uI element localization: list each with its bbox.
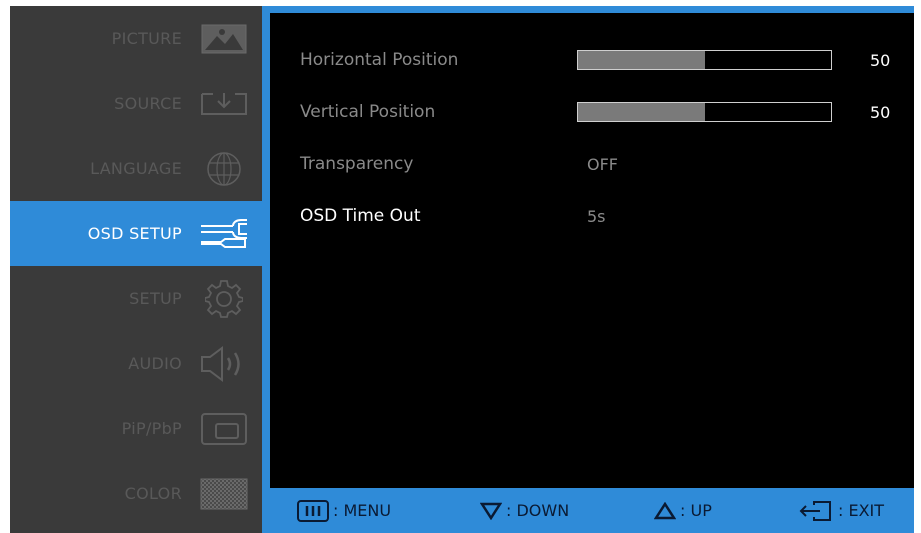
sidebar-item-label: SETUP <box>129 289 182 308</box>
sidebar-item-color[interactable]: COLOR <box>10 461 262 526</box>
slider-fill <box>578 103 705 121</box>
picture-icon <box>196 21 252 57</box>
wrench-icon <box>196 216 252 252</box>
menu-hint-label: : MENU <box>333 501 392 520</box>
sidebar-item-label: PiP/PbP <box>121 419 182 438</box>
osd-time-out-value: 5s <box>587 206 606 226</box>
footer-hints: : MENU : DOWN : UP : EXIT <box>262 488 914 533</box>
gear-icon <box>196 279 252 318</box>
sidebar-item-picture[interactable]: PICTURE <box>10 6 262 71</box>
down-hint-label: : DOWN <box>506 501 570 520</box>
transparency-value: OFF <box>587 154 618 174</box>
sidebar-item-pip-pbp[interactable]: PiP/PbP <box>10 396 262 461</box>
sidebar: PICTURE SOURCE LANGUAGE OSD SETUP SETUP <box>10 6 262 533</box>
sidebar-item-setup[interactable]: SETUP <box>10 266 262 331</box>
sidebar-item-label: OSD SETUP <box>87 224 182 243</box>
source-input-icon <box>196 86 252 122</box>
sidebar-item-label: AUDIO <box>128 354 182 373</box>
sidebar-divider <box>262 6 270 533</box>
setting-horizontal-position[interactable]: Horizontal Position <box>300 45 580 75</box>
sidebar-item-label: LANGUAGE <box>90 159 182 178</box>
setting-transparency[interactable]: Transparency OFF <box>300 149 618 179</box>
menu-hint[interactable]: : MENU <box>297 488 391 533</box>
up-hint-label: : UP <box>680 501 712 520</box>
sidebar-item-label: PICTURE <box>111 29 182 48</box>
sidebar-item-audio[interactable]: AUDIO <box>10 331 262 396</box>
top-divider <box>262 6 914 13</box>
sidebar-item-source[interactable]: SOURCE <box>10 71 262 136</box>
horizontal-position-value: 50 <box>870 51 891 70</box>
setting-label: Vertical Position <box>300 102 436 122</box>
settings-panel: Horizontal Position 50 Vertical Position… <box>270 13 914 488</box>
menu-key-icon <box>297 499 329 522</box>
setting-label: Transparency <box>300 154 414 174</box>
setting-label: OSD Time Out <box>300 206 421 226</box>
setting-osd-time-out[interactable]: OSD Time Out 5s <box>300 201 606 231</box>
horizontal-position-slider[interactable] <box>577 50 832 70</box>
up-hint[interactable]: : UP <box>654 488 712 533</box>
sidebar-item-language[interactable]: LANGUAGE <box>10 136 262 201</box>
up-triangle-icon <box>654 501 676 520</box>
color-pattern-icon <box>196 476 252 512</box>
down-triangle-icon <box>480 502 502 520</box>
slider-fill <box>578 51 705 69</box>
globe-icon <box>196 151 252 187</box>
sidebar-item-label: SOURCE <box>114 94 182 113</box>
pip-icon <box>196 411 252 447</box>
vertical-position-slider[interactable] <box>577 102 832 122</box>
speaker-icon <box>196 345 252 382</box>
setting-vertical-position[interactable]: Vertical Position <box>300 97 580 127</box>
osd-menu: PICTURE SOURCE LANGUAGE OSD SETUP SETUP <box>10 6 914 533</box>
down-hint[interactable]: : DOWN <box>480 488 569 533</box>
exit-icon <box>798 500 834 522</box>
setting-label: Horizontal Position <box>300 50 459 70</box>
exit-hint-label: : EXIT <box>838 501 885 520</box>
sidebar-item-label: COLOR <box>124 484 182 503</box>
exit-hint[interactable]: : EXIT <box>798 488 884 533</box>
sidebar-item-osd-setup[interactable]: OSD SETUP <box>10 201 262 266</box>
vertical-position-value: 50 <box>870 103 891 122</box>
